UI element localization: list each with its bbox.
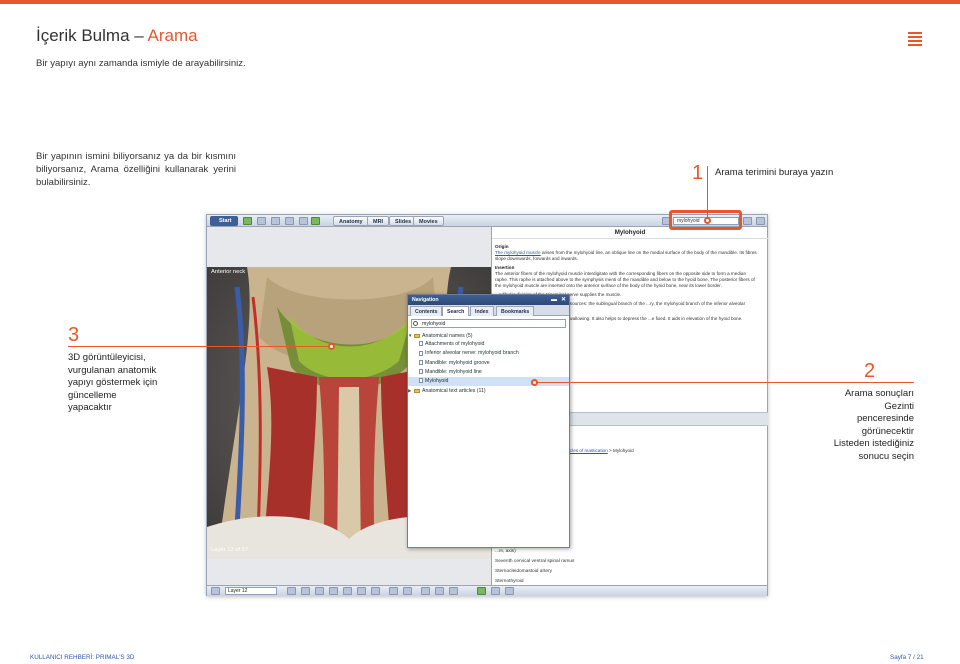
- title-accent: Arama: [147, 26, 198, 45]
- copy-icon[interactable]: [299, 217, 308, 225]
- forward-icon[interactable]: [271, 217, 280, 225]
- callout-2-marker: [531, 379, 538, 386]
- navigation-titlebar[interactable]: Navigation ▬ ✕: [408, 295, 569, 305]
- tab-index[interactable]: Index: [470, 306, 494, 316]
- folder-icon: [414, 333, 420, 338]
- document-icon: [419, 368, 423, 374]
- layer-select[interactable]: Layer 12: [225, 587, 277, 595]
- callout-3-text: 3D görüntüleyicisi, vurgulanan anatomik …: [68, 352, 158, 413]
- add-bookmark-icon[interactable]: [477, 587, 486, 595]
- tree-folder-anatomical-names[interactable]: ▼ Anatomical names (5): [408, 331, 569, 340]
- layer-indicator: Layer 12 of 17: [211, 547, 249, 553]
- back-icon[interactable]: [257, 217, 266, 225]
- tree-folder-text-articles[interactable]: ▶ Anatomical text articles (11): [408, 386, 569, 395]
- help-icon[interactable]: [311, 217, 320, 225]
- tree-item[interactable]: Mandible: mylohyoid line: [408, 368, 569, 377]
- bookmark-icon[interactable]: [491, 587, 500, 595]
- navigation-panel: Navigation ▬ ✕ Contents Search Index Boo…: [407, 294, 570, 548]
- zoom-out-icon[interactable]: [329, 587, 338, 595]
- insertion-text: The anterior fibers of the mylohyoid mus…: [495, 271, 755, 288]
- close-icon[interactable]: ✕: [561, 295, 566, 305]
- search-icon: [413, 321, 418, 326]
- start-button[interactable]: Start: [210, 216, 238, 226]
- folder-icon: [414, 388, 420, 393]
- list-item[interactable]: Seventh cervical ventral spinal ramus: [495, 557, 574, 567]
- origin-text: The mylohyoid muscle arises from the myl…: [495, 250, 757, 261]
- labels-icon[interactable]: [357, 587, 366, 595]
- callout-1-number: 1: [692, 162, 704, 184]
- bottom-toolbar: Layer 12: [207, 585, 767, 596]
- next-layer-icon[interactable]: [403, 587, 412, 595]
- minimize-icon[interactable]: ▬: [551, 295, 557, 305]
- hamburger-icon[interactable]: [908, 32, 922, 46]
- tab-anatomy[interactable]: Anatomy: [333, 216, 369, 226]
- document-icon: [419, 341, 423, 347]
- document-icon: [419, 378, 423, 384]
- document-icon: [419, 350, 423, 356]
- info-icon[interactable]: [756, 217, 765, 225]
- callout-1-line: [707, 166, 708, 186]
- list-item[interactable]: ...m, axis): [495, 547, 574, 557]
- navigation-search-input[interactable]: mylohyoid: [411, 319, 566, 328]
- rotate-left-icon[interactable]: [287, 587, 296, 595]
- document-icon: [419, 359, 423, 365]
- previous-layer-icon[interactable]: [389, 587, 398, 595]
- viewer-region-label: Anterior neck: [211, 269, 246, 275]
- tab-bookmarks[interactable]: Bookmarks: [496, 306, 535, 316]
- list-item[interactable]: Sternocleidomastoid artery: [495, 567, 574, 577]
- reset-view-icon[interactable]: [343, 587, 352, 595]
- callout-1-marker: [704, 217, 711, 224]
- top-accent-bar: [0, 0, 960, 4]
- callout-3-number: 3: [68, 324, 80, 346]
- callout-3-connector: [68, 346, 334, 347]
- callout-3-marker: [328, 343, 335, 350]
- callout-2-number: 2: [864, 360, 876, 382]
- pin-icon[interactable]: [371, 587, 380, 595]
- tree-item[interactable]: Inferior alveolar nerve: mylohyoid branc…: [408, 349, 569, 358]
- tree-item[interactable]: Mandible: mylohyoid groove: [408, 359, 569, 368]
- layers-icon[interactable]: [211, 587, 220, 595]
- zoom-in-icon[interactable]: [315, 587, 324, 595]
- footer-page-number: Sayfa 7 / 21: [890, 654, 924, 661]
- intro-paragraph: Bir yapının ismini biliyorsanız ya da bi…: [36, 151, 236, 188]
- navigation-title: Navigation: [412, 297, 439, 303]
- tree-item[interactable]: Attachments of mylohyoid: [408, 340, 569, 349]
- tab-mri[interactable]: MRI: [367, 216, 390, 226]
- tab-movies[interactable]: Movies: [413, 216, 444, 226]
- tab-search[interactable]: Search: [442, 306, 470, 316]
- callout-2-connector: [536, 382, 914, 383]
- notes-icon[interactable]: [505, 587, 514, 595]
- footer-guide-title: KULLANICI REHBERİ: PRIMAL'S 3D: [30, 654, 135, 661]
- callout-2-text: Arama sonuçları Gezinti penceresinde gör…: [833, 388, 914, 462]
- settings-icon[interactable]: [743, 217, 752, 225]
- save-view-icon[interactable]: [449, 587, 458, 595]
- export-icon[interactable]: [421, 587, 430, 595]
- tab-contents[interactable]: Contents: [410, 306, 443, 316]
- page-subtitle: Bir yapıyı aynı zamanda ismiyle de araya…: [36, 58, 246, 69]
- page-title: İçerik Bulma – Arama: [36, 26, 198, 46]
- rotate-right-icon[interactable]: [301, 587, 310, 595]
- navigation-tabs: Contents Search Index Bookmarks: [408, 305, 569, 316]
- callout-1-text: Arama terimini buraya yazın: [715, 167, 834, 178]
- origin-link[interactable]: The mylohyoid muscle: [495, 250, 541, 255]
- home-icon[interactable]: [243, 217, 252, 225]
- print-view-icon[interactable]: [435, 587, 444, 595]
- search-results-tree: ▼ Anatomical names (5) Attachments of myl…: [408, 331, 569, 395]
- print-icon[interactable]: [285, 217, 294, 225]
- title-main: İçerik Bulma –: [36, 26, 148, 45]
